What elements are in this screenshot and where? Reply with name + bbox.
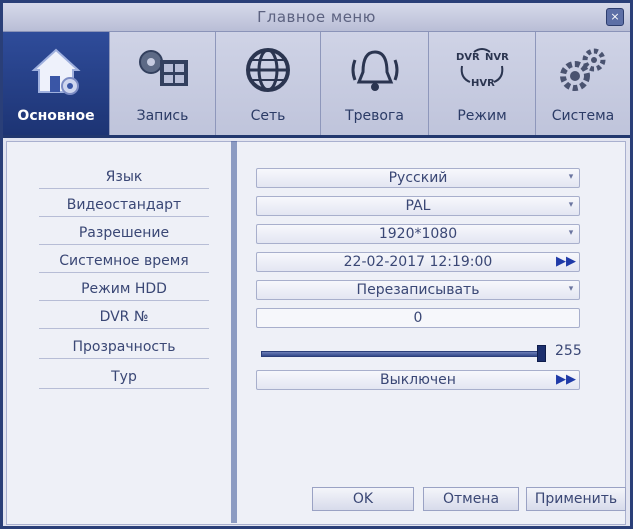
column-divider [231, 141, 237, 523]
video-standard-dropdown[interactable]: PAL ▾ [256, 196, 580, 216]
tour-label: Тур [39, 367, 209, 389]
dvr-number-label: DVR № [39, 307, 209, 329]
gears-icon [560, 48, 606, 91]
tour-field[interactable]: Выключен ▶▶ [256, 370, 580, 390]
hvr-text: HVR [471, 78, 495, 89]
tab-system[interactable]: Система [536, 32, 630, 135]
globe-icon [246, 48, 290, 92]
resolution-value: 1920*1080 [378, 226, 458, 242]
tab-network[interactable]: Сеть [216, 32, 321, 135]
transparency-slider-track[interactable] [261, 351, 545, 357]
home-settings-icon [31, 48, 81, 95]
resolution-label: Разрешение [39, 223, 209, 245]
tab-basic-label: Основное [17, 108, 95, 124]
hdd-mode-label: Режим HDD [39, 279, 209, 301]
transparency-label: Прозрачность [39, 337, 209, 359]
system-time-field[interactable]: 22-02-2017 12:19:00 ▶▶ [256, 252, 580, 272]
nvr-text: NVR [485, 52, 509, 63]
tour-value: Выключен [380, 372, 456, 388]
tab-bar: Основное Запись Сеть Тревога DVR NVR HVR… [3, 32, 630, 138]
cancel-button[interactable]: Отмена [423, 487, 519, 511]
tab-record-label: Запись [136, 108, 189, 124]
record-film-icon [138, 50, 188, 86]
fast-forward-icon[interactable]: ▶▶ [556, 254, 576, 270]
chevron-down-icon: ▾ [568, 228, 574, 238]
resolution-dropdown[interactable]: 1920*1080 ▾ [256, 224, 580, 244]
tab-basic[interactable]: Основное [3, 32, 110, 135]
tab-record[interactable]: Запись [110, 32, 216, 135]
window-title: Главное меню [257, 8, 376, 26]
video-standard-value: PAL [405, 198, 431, 214]
dvr-nvr-hvr-mode-icon: DVR NVR HVR [456, 48, 509, 89]
ok-button[interactable]: OK [312, 487, 414, 511]
chevron-down-icon: ▾ [568, 284, 574, 294]
transparency-value: 255 [555, 343, 582, 359]
system-time-label: Системное время [39, 251, 209, 273]
dvr-text: DVR [456, 52, 480, 63]
close-button[interactable]: × [606, 8, 624, 26]
system-time-value: 22-02-2017 12:19:00 [343, 254, 493, 270]
fast-forward-icon[interactable]: ▶▶ [556, 372, 576, 388]
apply-button[interactable]: Применить [526, 487, 626, 511]
transparency-slider-handle[interactable] [537, 345, 546, 362]
tab-mode[interactable]: DVR NVR HVR Режим [429, 32, 536, 135]
chevron-down-icon: ▾ [568, 172, 574, 182]
main-menu-window: Главное меню × Основное Запись Сеть Трев… [0, 0, 633, 529]
title-bar: Главное меню × [3, 3, 630, 32]
video-standard-label: Видеостандарт [39, 195, 209, 217]
dvr-number-value: 0 [413, 310, 423, 326]
hdd-mode-value: Перезаписывать [356, 282, 480, 298]
tab-mode-label: Режим [457, 108, 507, 124]
alarm-bell-icon [351, 50, 398, 91]
tab-network-label: Сеть [250, 108, 286, 124]
language-value: Русский [388, 170, 448, 186]
tab-system-label: Система [551, 108, 615, 124]
chevron-down-icon: ▾ [568, 200, 574, 210]
hdd-mode-dropdown[interactable]: Перезаписывать ▾ [256, 280, 580, 300]
tab-alarm-label: Тревога [345, 108, 404, 124]
dvr-number-input[interactable]: 0 [256, 308, 580, 328]
tab-alarm[interactable]: Тревога [321, 32, 429, 135]
language-label: Язык [39, 167, 209, 189]
language-dropdown[interactable]: Русский ▾ [256, 168, 580, 188]
